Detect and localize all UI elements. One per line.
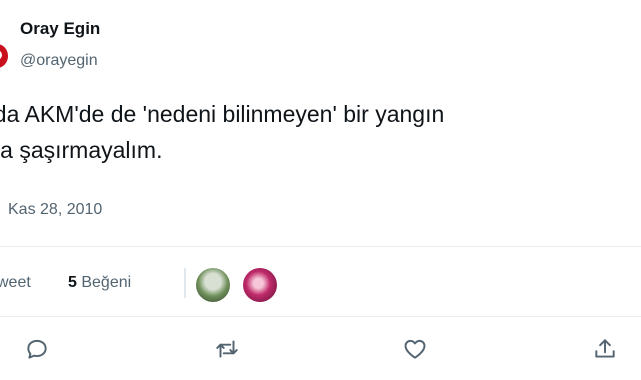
reply-button[interactable] [22, 334, 52, 364]
like-icon [404, 339, 426, 359]
likes-label: Beğeni [81, 274, 132, 291]
share-icon [595, 339, 615, 358]
retweets-stat[interactable]: weet [0, 273, 31, 293]
tweet-text-line-1: nda AKM'de de 'nedeni bilinmeyen' bir ya… [0, 101, 445, 127]
liker-avatar[interactable] [243, 268, 277, 302]
tweet-text-line-2: rsa şaşırmayalım. [0, 137, 163, 163]
share-button[interactable] [590, 334, 620, 364]
like-button[interactable] [400, 334, 430, 364]
likes-count: 5 [68, 274, 77, 291]
tweet-text: nda AKM'de de 'nedeni bilinmeyen' bir ya… [0, 96, 621, 168]
author-handle[interactable]: @orayegin [20, 51, 98, 71]
likes-stat[interactable]: 5 Beğeni [68, 273, 131, 293]
retweet-icon [216, 340, 238, 358]
divider [0, 316, 641, 317]
retweets-label: weet [0, 274, 31, 291]
divider [0, 246, 641, 247]
liker-avatar[interactable] [196, 268, 230, 302]
author-display-name[interactable]: Oray Egin [20, 19, 100, 39]
reply-icon [27, 339, 47, 359]
tweet-timestamp[interactable]: Kas 28, 2010 [8, 200, 102, 220]
author-avatar[interactable] [0, 44, 8, 68]
retweet-button[interactable] [212, 334, 242, 364]
stats-separator [184, 268, 186, 298]
